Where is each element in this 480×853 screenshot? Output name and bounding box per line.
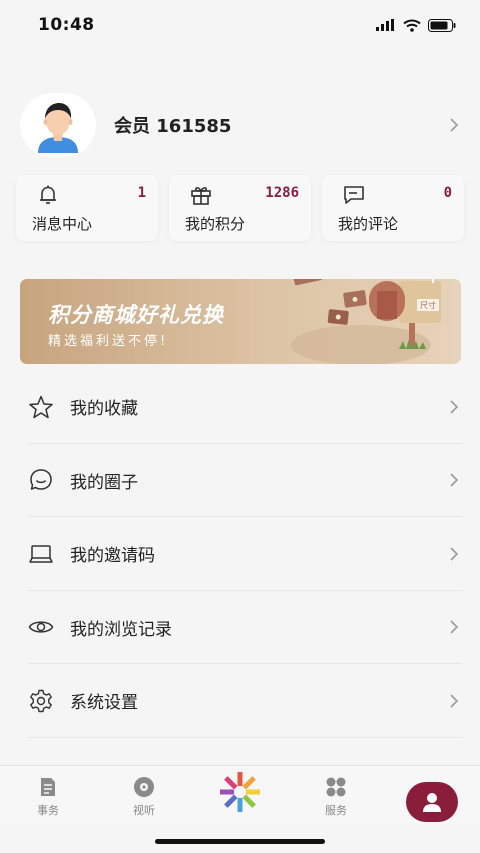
signal-icon [376,19,394,31]
logo-icon [220,772,260,812]
banner-title: 积分商城好礼兑换 [48,303,224,327]
laptop-icon [28,541,54,567]
stat-card-comments[interactable]: 0 我的评论 [322,175,464,241]
menu-item-circle[interactable]: 我的圈子 [0,444,480,518]
gift-icon [191,187,211,205]
star-icon [28,394,54,420]
status-time: 10:48 [38,15,95,35]
points-label: 我的积分 [185,215,246,233]
chat-circle-icon [28,467,54,493]
status-bar: 10:48 [0,0,480,50]
menu-label-history: 我的浏览记录 [70,619,172,640]
disc-icon [134,777,154,797]
tab-label-media: 视听 [133,804,155,817]
avatar-illustration [38,103,78,153]
wifi-icon [403,19,421,32]
stat-card-messages[interactable]: 1 消息中心 [16,175,158,241]
document-icon [41,778,55,796]
menu-item-history[interactable]: 我的浏览记录 [0,591,480,665]
menu-item-invite-code[interactable]: 我的邀请码 [0,517,480,591]
profile-row[interactable]: 会员 161585 [0,90,480,160]
tab-affairs[interactable]: 事务 [3,766,93,818]
chevron-right-icon [450,400,459,414]
comments-count: 0 [443,185,452,201]
comment-icon [344,186,364,204]
status-icons [376,18,456,32]
menu-label-settings: 系统设置 [70,693,138,714]
menu-list: 我的收藏 我的圈子 我的邀请码 我的浏览记录 系统设置 [0,370,480,738]
tab-label-services: 服务 [325,804,347,817]
tab-label-affairs: 事务 [37,804,59,817]
home-indicator [155,839,325,844]
menu-item-favorites[interactable]: 我的收藏 [0,370,480,444]
stat-card-points[interactable]: 1286 我的积分 [169,175,311,241]
tab-me[interactable] [387,766,477,826]
chevron-right-icon [450,620,459,634]
gear-icon [28,688,54,714]
chevron-right-icon [450,547,459,561]
menu-label-circle: 我的圈子 [70,472,138,493]
mailbox-text: 尺寸 [420,300,436,310]
stats-row: 1 消息中心 1286 我的积分 0 我的评论 [16,175,464,241]
points-count: 1286 [265,185,299,201]
banner-subtitle: 精选福利送不停! [48,334,169,349]
menu-item-settings[interactable]: 系统设置 [0,664,480,738]
chevron-right-icon[interactable] [448,117,460,133]
messages-count: 1 [137,185,146,201]
menu-label-favorites: 我的收藏 [70,399,138,420]
comments-label: 我的评论 [338,215,399,233]
tab-media[interactable]: 视听 [99,766,189,818]
mailbox-illustration: 尺寸 [291,279,441,364]
tab-me-badge [406,782,458,822]
eye-icon [28,614,54,640]
points-mall-banner[interactable]: 积分商城好礼兑换 精选福利送不停! 尺寸 [20,279,461,364]
menu-label-invite-code: 我的邀请码 [70,546,155,567]
tab-home[interactable] [195,766,285,818]
bottom-tabbar: 事务 视听 服务 [0,765,480,825]
user-icon [423,793,441,812]
bell-icon [40,185,56,204]
messages-label: 消息中心 [32,215,93,233]
avatar[interactable] [20,93,96,157]
chevron-right-icon [450,694,459,708]
username: 会员 161585 [114,116,232,137]
chevron-right-icon [450,473,459,487]
tab-services[interactable]: 服务 [291,766,381,818]
grid-icon [326,777,346,797]
battery-icon [428,18,456,32]
